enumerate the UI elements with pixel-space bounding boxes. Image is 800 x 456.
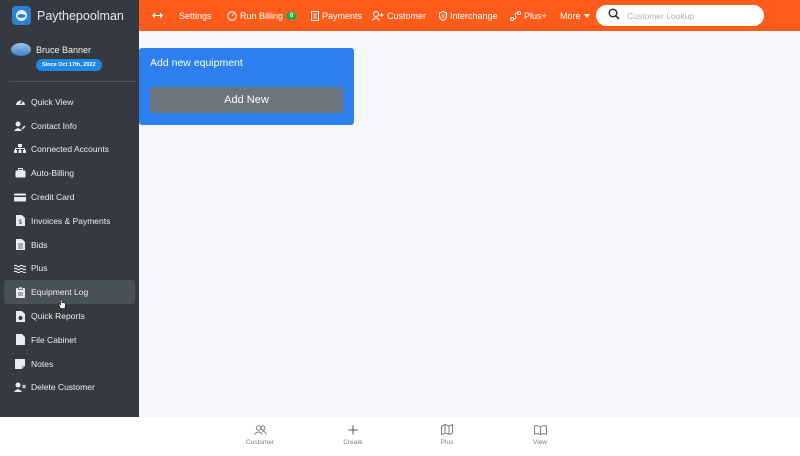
report-icon — [14, 310, 26, 322]
sidebar-item-label: Quick View — [31, 96, 74, 107]
shield-icon — [439, 10, 447, 21]
sidebar-item-label: Delete Customer — [31, 382, 95, 393]
sidebar-item-file-cabinet[interactable]: File Cabinet — [4, 328, 135, 352]
bottom-item-view[interactable]: View — [510, 422, 570, 446]
sticky-note-icon — [14, 358, 26, 369]
sidebar-divider — [9, 81, 136, 82]
sidebar-item-label: Plus — [31, 263, 48, 274]
bottom-item-label: Plus — [440, 439, 454, 446]
settings-label: Settings — [179, 10, 212, 21]
network-icon — [14, 144, 26, 154]
bottom-nav: Customer Create Plus View — [0, 417, 800, 456]
bottom-item-plus[interactable]: Plus — [417, 422, 477, 446]
briefcase-icon — [14, 168, 26, 178]
run-billing-count-badge: 0 — [286, 11, 298, 20]
credit-card-icon — [14, 192, 26, 202]
map-icon — [417, 422, 477, 437]
sidebar-item-label: Bids — [31, 239, 48, 250]
file-icon — [14, 334, 26, 346]
bottom-item-label: Create — [343, 439, 363, 446]
users-icon — [230, 422, 290, 437]
add-user-icon — [372, 10, 384, 21]
hand-cursor-icon — [58, 296, 66, 314]
payments-link[interactable]: Payments — [311, 10, 363, 21]
sidebar-item-invoices-payments[interactable]: $ Invoices & Payments — [4, 209, 135, 233]
book-open-icon — [510, 422, 570, 437]
run-billing-label: Run Billing — [240, 10, 284, 21]
app-name: Paythepoolman — [37, 8, 124, 23]
clipboard-icon — [14, 286, 26, 298]
bottom-item-customer[interactable]: Customer — [230, 422, 290, 446]
user-name: Bruce Banner — [36, 44, 92, 55]
bottom-item-label: View — [533, 439, 547, 446]
caret-down-icon — [583, 13, 590, 18]
sidebar-item-connected-accounts[interactable]: Connected Accounts — [4, 138, 135, 162]
add-equipment-card: Add new equipment Add New — [139, 48, 354, 125]
plus-label: Plus+ — [524, 10, 547, 21]
sidebar-item-label: Notes — [31, 358, 54, 369]
route-icon — [510, 10, 521, 21]
settings-link[interactable]: Settings — [179, 11, 212, 21]
sidebar-item-quick-view[interactable]: Quick View — [4, 90, 135, 114]
bottom-item-label: Customer — [245, 439, 275, 446]
interchange-label: Interchange — [450, 10, 498, 21]
run-billing-link[interactable]: Run Billing 0 — [227, 10, 298, 21]
user-profile: Bruce Banner — [0, 31, 139, 83]
payments-label: Payments — [322, 10, 363, 21]
card-title: Add new equipment — [150, 57, 243, 69]
search-input[interactable] — [627, 10, 757, 21]
speedometer-icon — [14, 97, 26, 107]
user-remove-icon — [14, 382, 26, 393]
customer-link[interactable]: Customer — [372, 10, 427, 21]
top-nav: Settings Run Billing 0 Payments Customer… — [139, 0, 800, 31]
sidebar-item-plus[interactable]: Plus — [4, 257, 135, 281]
expand-toggle-icon[interactable] — [152, 12, 163, 19]
sidebar-item-label: File Cabinet — [31, 334, 77, 345]
more-dropdown[interactable]: More — [560, 11, 590, 21]
sidebar-item-delete-customer[interactable]: Delete Customer — [4, 376, 135, 400]
customer-lookup[interactable] — [596, 5, 764, 26]
avatar — [11, 43, 31, 56]
sidebar-item-contact-info[interactable]: Contact Info — [4, 114, 135, 138]
brand[interactable]: Paythepoolman — [0, 0, 139, 31]
interchange-link[interactable]: Interchange — [439, 10, 498, 21]
sidebar-item-credit-card[interactable]: Credit Card — [4, 185, 135, 209]
sidebar-item-label: Contact Info — [31, 120, 77, 131]
more-label: More — [560, 10, 581, 21]
since-badge: Since Oct 17th, 2022 — [36, 59, 102, 71]
logo-icon — [12, 6, 31, 25]
plus-icon — [323, 422, 383, 437]
sidebar-item-equipment-log[interactable]: Equipment Log — [4, 280, 135, 305]
invoice-icon: $ — [14, 215, 26, 227]
bottom-item-create[interactable]: Create — [323, 422, 383, 446]
sidebar-item-bids[interactable]: Bids — [4, 233, 135, 257]
user-edit-icon — [14, 121, 26, 131]
receipt-icon — [311, 10, 319, 21]
add-new-button[interactable]: Add New — [150, 87, 343, 113]
sidebar-item-auto-billing[interactable]: Auto-Billing — [4, 161, 135, 185]
search-icon — [608, 7, 620, 25]
sidebar-item-label: Auto-Billing — [31, 168, 74, 179]
customer-label: Customer — [387, 10, 427, 21]
water-waves-icon — [14, 263, 26, 273]
sidebar-item-label: Connected Accounts — [31, 144, 109, 155]
sidebar: Paythepoolman Bruce Banner Since Oct 17t… — [0, 0, 139, 417]
sidebar-item-label: Credit Card — [31, 192, 75, 203]
sidebar-nav: Quick View Contact Info Connected Accoun… — [0, 90, 139, 399]
sidebar-item-notes[interactable]: Notes — [4, 352, 135, 376]
gauge-icon — [227, 10, 237, 21]
plus-link[interactable]: Plus+ — [510, 10, 547, 21]
sidebar-item-label: Invoices & Payments — [31, 215, 111, 226]
document-icon — [14, 239, 26, 251]
sidebar-item-quick-reports[interactable]: Quick Reports — [4, 304, 135, 328]
